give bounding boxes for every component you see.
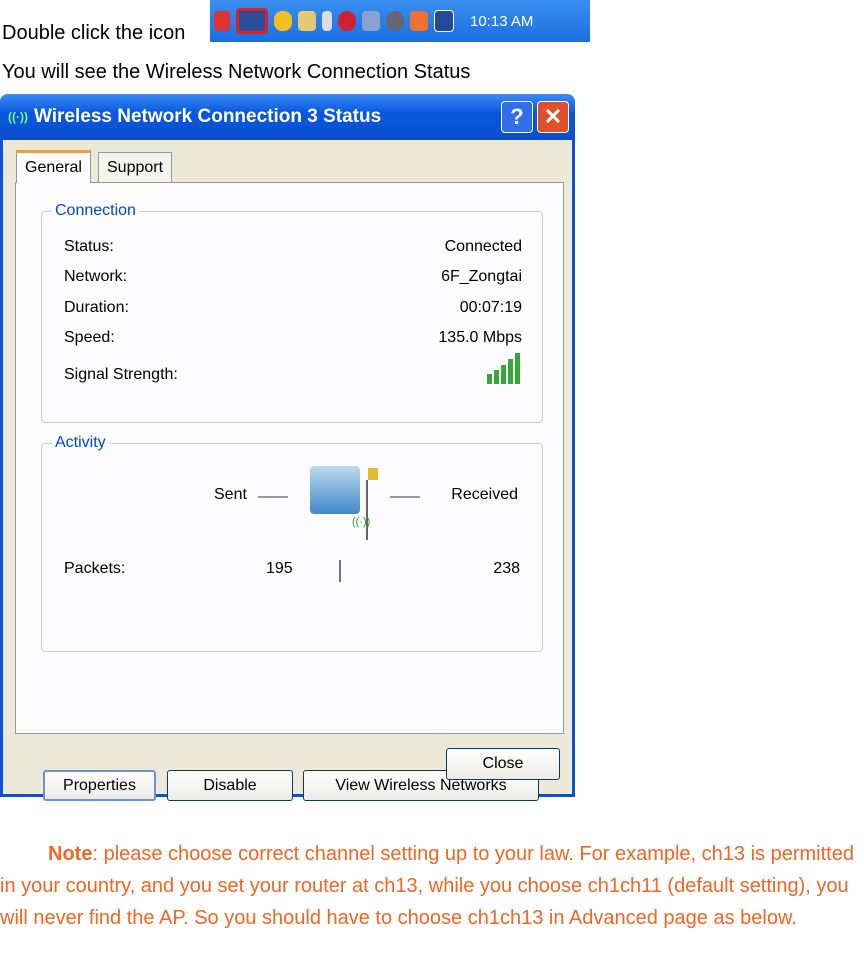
disable-button[interactable]: Disable	[167, 770, 293, 801]
network-computers-icon	[310, 466, 360, 514]
packets-received: 238	[493, 560, 520, 577]
wireless-network-icon[interactable]	[236, 8, 268, 34]
wireless-signal-icon: ((·))	[352, 516, 371, 528]
instruction-line-2: You will see the Wireless Network Connec…	[2, 61, 471, 83]
lock-icon	[368, 468, 378, 480]
media-icon	[386, 11, 404, 31]
clock: 10:13 AM	[470, 12, 534, 30]
wireless-icon: ((·))	[8, 110, 28, 124]
display-icon	[434, 10, 454, 32]
packets-label: Packets:	[64, 560, 126, 577]
tab-support[interactable]: Support	[98, 152, 173, 182]
duration-label: Duration:	[64, 299, 129, 316]
close-window-button[interactable]: ✕	[537, 101, 569, 133]
battery-icon	[322, 11, 332, 31]
close-button[interactable]: Close	[446, 748, 560, 780]
duration-value: 00:07:19	[459, 299, 522, 316]
status-dialog: ((·)) Wireless Network Connection 3 Stat…	[0, 94, 575, 801]
activity-legend: Activity	[52, 434, 109, 452]
dialog-title: Wireless Network Connection 3 Status	[33, 106, 382, 127]
note-text: : please choose correct channel setting …	[0, 843, 854, 929]
status-label: Status:	[64, 238, 114, 255]
title-bar: ((·)) Wireless Network Connection 3 Stat…	[0, 94, 575, 140]
instruction-line-1: Double click the icon	[2, 22, 186, 44]
activity-group: Activity Sent ((·)) Received Packets: 19…	[41, 434, 543, 652]
received-label: Received	[451, 486, 518, 503]
connection-group: Connection Status: Connected Network: 6F…	[41, 202, 543, 423]
note-paragraph: Note: please choose correct channel sett…	[0, 838, 864, 934]
network-value: 6F_Zongtai	[441, 268, 522, 285]
general-panel: Connection Status: Connected Network: 6F…	[15, 182, 564, 801]
signal-strength-icon	[487, 352, 520, 384]
help-button[interactable]: ?	[501, 101, 533, 133]
antivirus-icon	[338, 11, 356, 31]
properties-button[interactable]: Properties	[43, 770, 156, 801]
network-label: Network:	[64, 268, 128, 285]
system-tray: 10:13 AM	[210, 0, 590, 42]
speed-value: 135.0 Mbps	[438, 329, 522, 346]
network-disconnected-icon	[362, 11, 380, 31]
sent-label: Sent	[214, 486, 247, 503]
tab-general[interactable]: General	[16, 150, 91, 183]
packets-sent: 195	[266, 560, 293, 577]
signal-label: Signal Strength:	[64, 366, 178, 383]
key-icon	[298, 11, 316, 31]
security-shield-icon	[274, 11, 292, 31]
connection-legend: Connection	[52, 202, 139, 220]
note-label: Note	[48, 843, 93, 865]
network-arrow-icon	[214, 11, 230, 31]
volume-icon[interactable]	[410, 11, 428, 31]
status-value: Connected	[444, 238, 522, 255]
speed-label: Speed:	[64, 329, 115, 346]
